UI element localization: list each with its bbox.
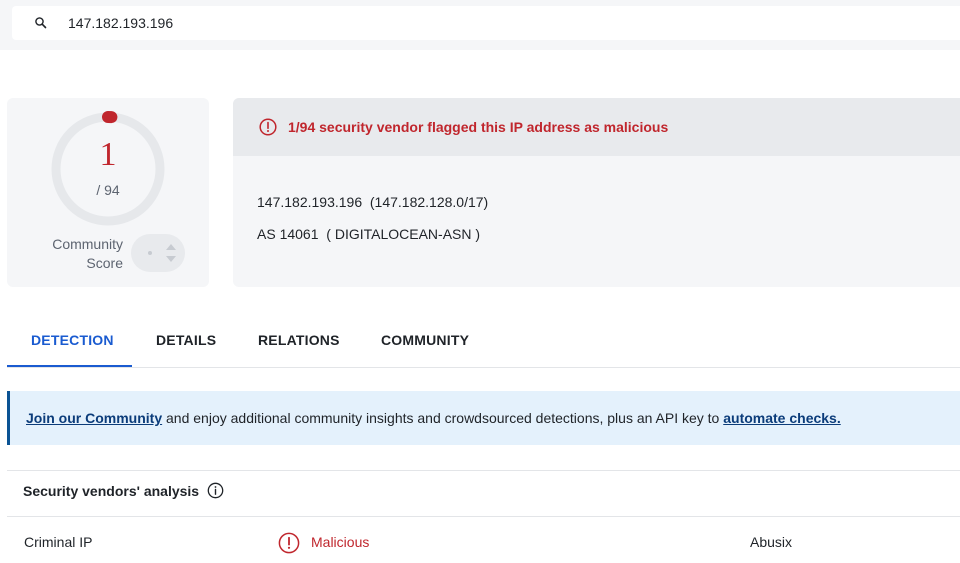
summary-card: 1/94 security vendor flagged this IP add…: [233, 98, 960, 287]
vote-up-icon[interactable]: [166, 244, 176, 250]
vendors-section: Security vendors' analysis Criminal IP M…: [7, 470, 960, 563]
tab-relations[interactable]: RELATIONS: [258, 332, 340, 348]
vote-down-icon[interactable]: [166, 256, 176, 262]
as-number-text: AS 14061 ( DIGITALOCEAN-ASN ): [257, 226, 481, 242]
tab-community[interactable]: COMMUNITY: [381, 332, 469, 348]
search-bar[interactable]: [12, 6, 960, 40]
community-banner: Join our Community and enjoy additional …: [7, 391, 960, 445]
alert-banner: 1/94 security vendor flagged this IP add…: [233, 98, 960, 156]
detection-total: / 94: [96, 182, 120, 198]
table-row: Criminal IP Malicious Abusix: [7, 527, 960, 563]
vendor-name: Abusix: [750, 534, 793, 550]
community-label-line2: Score: [86, 255, 123, 271]
top-bar: [0, 0, 960, 50]
alert-circle-icon: [278, 532, 300, 554]
detection-count: 1: [99, 136, 117, 173]
alert-text: 1/94 security vendor flagged this IP add…: [288, 119, 669, 135]
search-icon[interactable]: [34, 16, 48, 30]
community-label-line1: Community: [52, 236, 123, 252]
vendor-name: Criminal IP: [24, 534, 93, 550]
active-tab-indicator: [7, 365, 132, 367]
community-vote-control[interactable]: [131, 234, 185, 272]
tab-bar: DETECTION DETAILS RELATIONS COMMUNITY: [7, 318, 960, 368]
banner-text: Join our Community and enjoy additional …: [26, 410, 841, 426]
vendor-result: Malicious: [311, 534, 370, 550]
vote-dot-icon: [148, 251, 152, 255]
info-icon[interactable]: [207, 482, 224, 499]
tab-detection[interactable]: DETECTION: [31, 332, 114, 348]
ip-range-text: 147.182.193.196 (147.182.128.0/17): [257, 194, 489, 210]
automate-checks-link[interactable]: automate checks.: [723, 410, 841, 426]
tab-details[interactable]: DETAILS: [156, 332, 216, 348]
vendors-header: Security vendors' analysis: [7, 471, 960, 517]
search-input[interactable]: [68, 6, 928, 40]
banner-middle-text: and enjoy additional community insights …: [162, 410, 724, 426]
community-score-label: Community Score: [31, 235, 123, 273]
join-community-link[interactable]: Join our Community: [26, 410, 162, 426]
vendors-title: Security vendors' analysis: [23, 483, 200, 499]
detection-score-card: 1 / 94 Community Score: [7, 98, 209, 287]
alert-circle-icon: [259, 118, 277, 136]
